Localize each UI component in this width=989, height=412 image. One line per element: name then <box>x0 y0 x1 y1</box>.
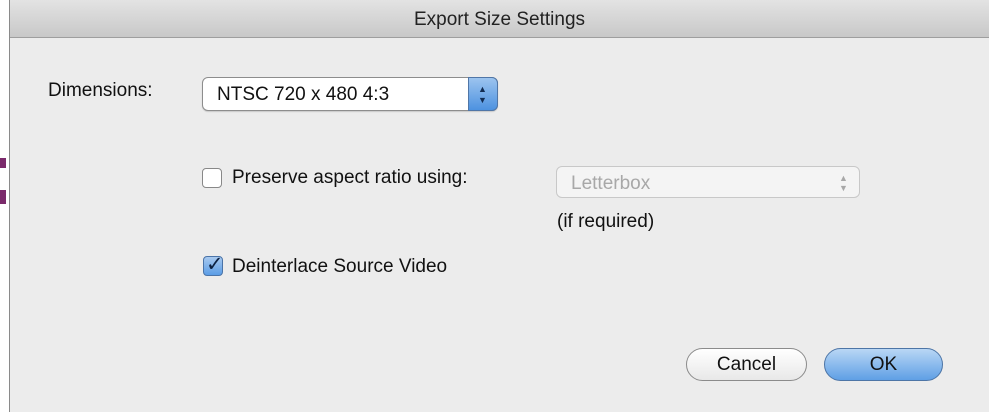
if-required-note: (if required) <box>557 211 655 232</box>
deinterlace-checkbox[interactable]: ✓ <box>203 253 224 276</box>
export-size-settings-dialog: Export Size Settings Dimensions: NTSC 72… <box>0 0 989 412</box>
edge-mark <box>0 158 6 168</box>
aspect-mode-value: Letterbox <box>571 173 651 194</box>
edge-mark <box>0 190 6 204</box>
aspect-mode-popup[interactable]: Letterbox ▲ ▼ <box>556 166 860 198</box>
checkmark-icon: ✓ <box>206 253 224 276</box>
dimensions-value: NTSC 720 x 480 4:3 <box>217 84 390 105</box>
dimensions-label: Dimensions: <box>48 80 153 101</box>
stepper-arrows-icon: ▲ ▼ <box>468 77 498 111</box>
preserve-aspect-checkbox[interactable] <box>202 168 222 188</box>
stepper-arrows-icon: ▲ ▼ <box>839 173 848 193</box>
dialog-title: Export Size Settings <box>413 9 586 30</box>
preserve-aspect-label: Preserve aspect ratio using: <box>232 167 468 188</box>
deinterlace-label: Deinterlace Source Video <box>232 256 448 277</box>
dimensions-popup[interactable]: NTSC 720 x 480 4:3 ▲ ▼ <box>202 77 498 111</box>
title-bar: Export Size Settings <box>10 0 989 38</box>
ok-button[interactable]: OK <box>824 348 943 381</box>
window-edge <box>0 0 10 412</box>
cancel-button[interactable]: Cancel <box>686 348 807 381</box>
